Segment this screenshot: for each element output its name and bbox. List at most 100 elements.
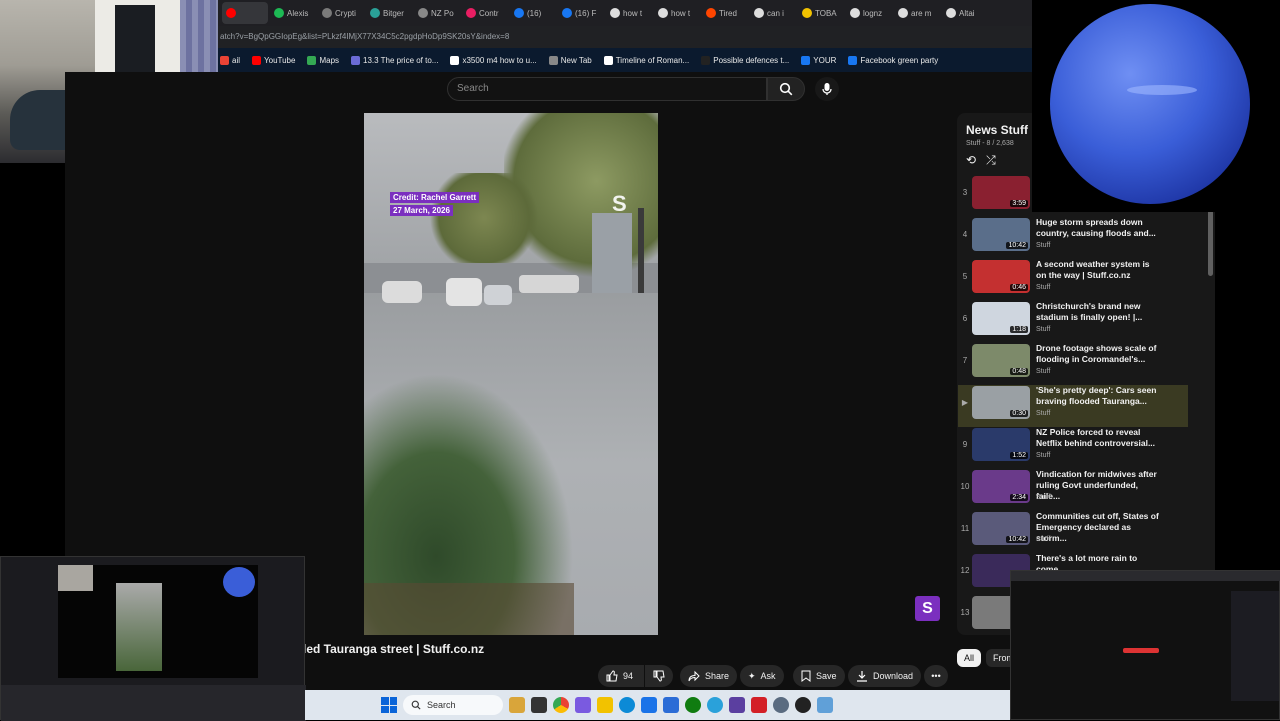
bookmark-favicon-icon (450, 55, 460, 65)
date-caption: 27 March, 2026 (390, 205, 453, 216)
edge-icon[interactable] (619, 697, 635, 713)
playlist-item-index: ▶ (961, 398, 969, 407)
save-button[interactable]: Save (793, 665, 845, 687)
browser-tab[interactable]: (16) F (558, 2, 604, 24)
tab-label: Alexis (287, 8, 309, 18)
tab-favicon-icon (418, 8, 428, 18)
browser-tab[interactable]: (16) (510, 2, 556, 24)
duration-badge: 0:48 (1010, 368, 1028, 375)
playlist-item[interactable]: 11 10:42 Communities cut off, States of Em… (958, 511, 1188, 553)
playlist-item[interactable]: ▶ 0:30 'She's pretty deep': Cars seen brav… (958, 385, 1188, 427)
bookmark-label: x3500 m4 how to u... (462, 55, 537, 65)
bookmark-label: Possible defences t... (713, 55, 790, 65)
playlist-item-title: Vindication for midwives after ruling Go… (1036, 469, 1157, 501)
playlist-item[interactable]: 9 1:52 NZ Police forced to reveal Netflix … (958, 427, 1188, 469)
playlist-item-title: A second weather system is on the way | … (1036, 259, 1150, 280)
task-view-icon[interactable] (531, 697, 547, 713)
tab-favicon-icon (466, 8, 476, 18)
obs-studio-icon[interactable] (795, 697, 811, 713)
browser-tab[interactable]: Bitger (366, 2, 412, 24)
shuffle-icon[interactable]: ⤮ (986, 153, 996, 168)
ask-button[interactable]: ✦ Ask (740, 665, 784, 687)
bookmark-item[interactable]: ail (220, 55, 240, 65)
loop-icon[interactable]: ⟲ (966, 153, 976, 168)
bookmark-item[interactable]: YOUR (801, 55, 836, 65)
playlist-item-title: Huge storm spreads down country, causing… (1036, 217, 1156, 238)
bookmark-item[interactable]: Timeline of Roman... (603, 55, 689, 65)
playlist-scrollbar[interactable] (1208, 210, 1213, 276)
copilot-icon[interactable] (575, 697, 591, 713)
bookmark-item[interactable]: 13.3 The price of to... (351, 55, 439, 65)
browser-tab[interactable]: how t (654, 2, 700, 24)
file-explorer-icon[interactable] (597, 697, 613, 713)
dislike-button[interactable] (645, 665, 673, 687)
browser-tab[interactable]: how t (606, 2, 652, 24)
tab-favicon-icon (946, 8, 956, 18)
telegram-icon[interactable] (707, 697, 723, 713)
browser-tab[interactable]: Tired (702, 2, 748, 24)
more-actions-button[interactable]: ••• (924, 665, 948, 687)
bookmark-item[interactable]: Facebook green party (848, 55, 938, 65)
acrobat-icon[interactable] (751, 697, 767, 713)
share-button[interactable]: Share (680, 665, 738, 687)
tab-favicon-icon (802, 8, 812, 18)
browser-tab[interactable]: can i (750, 2, 796, 24)
settings-icon[interactable] (773, 697, 789, 713)
browser-tab[interactable]: Alexis (270, 2, 316, 24)
chrome-icon[interactable] (553, 697, 569, 713)
playlist-item-channel: Stuff (1036, 242, 1051, 249)
store-icon[interactable] (663, 697, 679, 713)
search-button[interactable] (767, 77, 805, 101)
playlist-item-title: Communities cut off, States of Emergency… (1036, 511, 1159, 543)
obs-icon[interactable] (729, 697, 745, 713)
bookmark-label: 13.3 The price of to... (363, 55, 439, 65)
playlist-item[interactable]: 6 1:18 Christchurch's brand new stadium is… (958, 301, 1188, 343)
tab-label: lognz (863, 8, 883, 18)
playlist-item-channel: Stuff (1036, 326, 1051, 333)
tab-label: Tired (719, 8, 737, 18)
outlook-icon[interactable] (641, 697, 657, 713)
tab-label: are m (911, 8, 932, 18)
windows-taskbar: Search (305, 690, 1010, 720)
browser-tab[interactable]: are m (894, 2, 940, 24)
like-button[interactable]: 94 (598, 665, 644, 687)
neptune-overlay (1032, 0, 1280, 212)
browser-tab[interactable] (222, 2, 268, 24)
widgets-icon[interactable] (509, 697, 525, 713)
search-input[interactable]: Search (447, 77, 767, 101)
browser-tab[interactable]: TOBA (798, 2, 844, 24)
xbox-icon[interactable] (685, 697, 701, 713)
taskbar-search[interactable]: Search (403, 695, 503, 715)
download-button[interactable]: Download (848, 665, 922, 687)
chip-all[interactable]: All (957, 649, 982, 667)
playlist-item-index: 6 (962, 314, 968, 323)
browser-tab[interactable]: NZ Po (414, 2, 460, 24)
voice-search-button[interactable] (815, 77, 839, 101)
playlist-item-thumbnail: 0:48 (972, 344, 1030, 377)
bookmark-item[interactable]: YouTube (252, 55, 295, 65)
playlist-item[interactable]: 7 0:48 Drone footage shows scale of floodi… (958, 343, 1188, 385)
bookmark-item[interactable]: Maps (307, 55, 340, 65)
tab-label: TOBA (815, 8, 837, 18)
stuff-badge: S (915, 596, 940, 621)
windows-start-icon[interactable] (381, 697, 397, 713)
duration-badge: 10:42 (1006, 536, 1028, 543)
playlist-item-index: 7 (962, 356, 968, 365)
playlist-item-title: 'She's pretty deep': Cars seen braving f… (1036, 385, 1157, 406)
bookmark-item[interactable]: Possible defences t... (701, 55, 790, 65)
photos-icon[interactable] (817, 697, 833, 713)
bookmark-item[interactable]: x3500 m4 how to u... (450, 55, 537, 65)
tab-favicon-icon (754, 8, 764, 18)
video-player[interactable]: Credit: Rachel Garrett 27 March, 2026 S (364, 113, 658, 635)
playlist-item[interactable]: 10 2:34 Vindication for midwives after rul… (958, 469, 1188, 511)
browser-tab[interactable]: Contr (462, 2, 508, 24)
bookmark-label: Maps (319, 55, 340, 65)
browser-tab[interactable]: Altai (942, 2, 988, 24)
browser-tab[interactable]: lognz (846, 2, 892, 24)
address-bar[interactable]: atch?v=BgQpGGIopEg&list=PLkzf4IMjX77X34C… (218, 26, 1032, 48)
playlist-item[interactable]: 5 0:46 A second weather system is on the w… (958, 259, 1188, 301)
browser-tab[interactable]: Crypti (318, 2, 364, 24)
bookmark-favicon-icon (220, 55, 229, 65)
playlist-item[interactable]: 4 10:42 Huge storm spreads down country, c… (958, 217, 1188, 259)
bookmark-item[interactable]: New Tab (548, 55, 592, 65)
